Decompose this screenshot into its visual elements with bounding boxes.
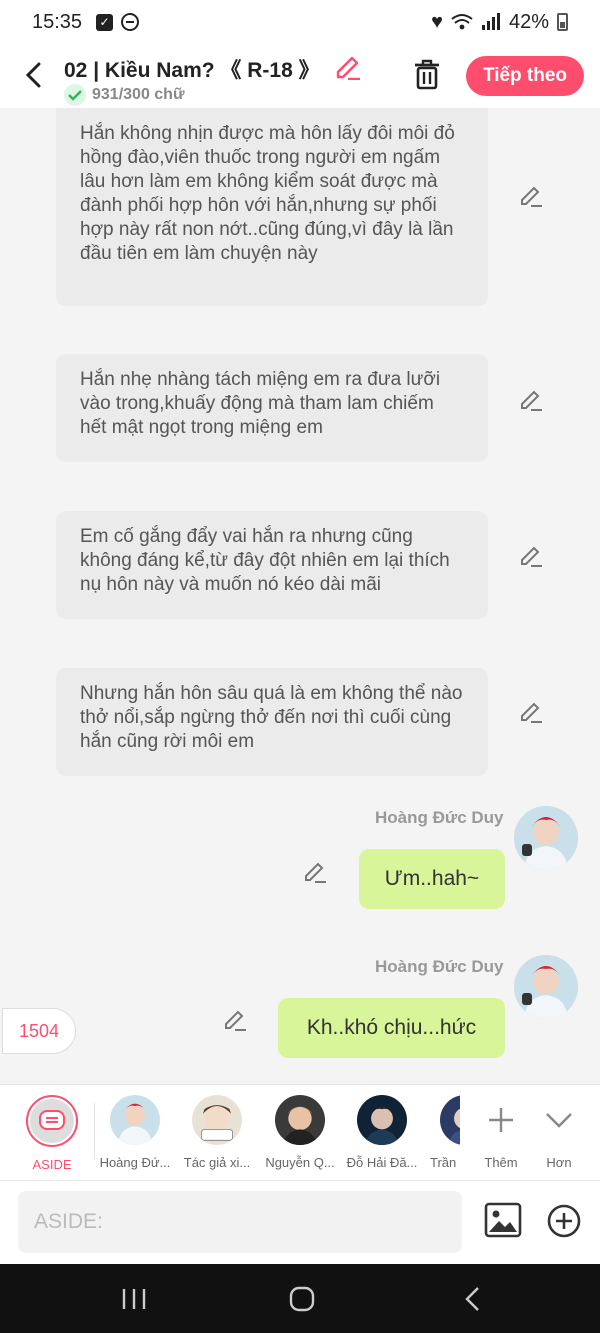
next-button[interactable]: Tiếp theo — [466, 56, 584, 96]
avatar — [275, 1095, 325, 1145]
status-time: 15:35 — [32, 10, 83, 33]
system-back-button[interactable] — [452, 1284, 492, 1314]
heart-icon: ♥ — [431, 10, 443, 33]
message-input[interactable] — [18, 1191, 462, 1253]
back-icon — [465, 1287, 479, 1311]
expand-characters-button[interactable]: Hơn — [520, 1095, 598, 1170]
avatar — [110, 1095, 160, 1145]
chat-bubble-icon — [39, 1110, 65, 1130]
wifi-icon — [451, 14, 473, 30]
expand-label: Hơn — [546, 1155, 572, 1170]
pencil-icon — [521, 546, 542, 567]
edit-narration-button[interactable] — [518, 386, 544, 412]
message-bubble[interactable]: Kh..khó chịu...hức — [278, 998, 505, 1058]
avatar — [357, 1095, 407, 1145]
message-text: Ưm..hah~ — [384, 867, 480, 890]
insert-image-button[interactable] — [484, 1201, 522, 1239]
character-label: Trần — [430, 1155, 457, 1170]
signal-icon — [481, 13, 500, 30]
plus-icon — [489, 1108, 513, 1132]
character-item[interactable]: Tác giả xi... — [175, 1095, 259, 1170]
avatar[interactable] — [514, 955, 578, 1019]
message-text: Kh..khó chịu...hức — [306, 1016, 477, 1039]
status-bar: 15:35 ✓ ♥ 42% — [0, 0, 600, 44]
character-label: Đỗ Hải Đă... — [346, 1155, 418, 1170]
message-bubble[interactable]: Ưm..hah~ — [359, 849, 505, 909]
dnd-icon — [121, 13, 140, 31]
narration-text: Hắn không nhịn được mà hôn lấy đôi môi đ… — [80, 123, 455, 264]
home-icon — [289, 1286, 315, 1312]
editor-header: 02 | Kiều Nam? 《 R-18 》 931/300 chữ Tiếp… — [0, 44, 600, 108]
narration-text: Em cố gắng đẩy vai hắn ra nhưng cũng khô… — [80, 526, 450, 595]
more-options-button[interactable] — [546, 1203, 582, 1239]
character-aside[interactable]: ASIDE — [10, 1095, 94, 1172]
trash-icon — [415, 59, 439, 90]
character-item[interactable]: Hoàng Đứ... — [93, 1095, 177, 1170]
recent-apps-icon — [122, 1289, 146, 1309]
character-label: Hoàng Đứ... — [99, 1155, 171, 1170]
narration-message[interactable]: Hắn không nhịn được mà hôn lấy đôi môi đ… — [56, 108, 488, 306]
edit-narration-button[interactable] — [518, 542, 544, 568]
chevron-left-icon — [25, 62, 41, 88]
narration-text: Hắn nhẹ nhàng tách miệng em ra đưa lưỡi … — [80, 369, 441, 438]
checkbox-icon: ✓ — [96, 13, 114, 31]
image-icon — [484, 1202, 522, 1238]
chevron-down-icon — [546, 1113, 572, 1128]
composer-bar — [0, 1180, 600, 1264]
add-circle-icon — [547, 1204, 581, 1238]
pencil-icon — [225, 1010, 246, 1031]
narration-message[interactable]: Em cố gắng đẩy vai hắn ra nhưng cũng khô… — [56, 511, 488, 619]
pencil-icon — [521, 702, 542, 723]
aside-avatar — [26, 1095, 78, 1147]
system-nav-bar — [0, 1264, 600, 1333]
character-bar: ASIDE Hoàng Đứ... Tác giả xi... Nguyễn Q… — [0, 1084, 600, 1180]
pencil-icon — [521, 186, 542, 207]
character-label: Nguyễn Q... — [265, 1155, 335, 1170]
message-count-badge[interactable]: 1504 — [2, 1008, 76, 1054]
home-button[interactable] — [282, 1284, 322, 1314]
avatar[interactable] — [514, 806, 578, 870]
delete-button[interactable] — [412, 58, 446, 92]
narration-message[interactable]: Nhưng hắn hôn sâu quá là em không thể nà… — [56, 668, 488, 776]
edit-message-button[interactable] — [302, 858, 328, 884]
battery-icon — [557, 13, 568, 31]
edit-narration-button[interactable] — [518, 698, 544, 724]
word-count-text: 931/300 chữ — [92, 86, 185, 103]
chat-area[interactable]: Hắn không nhịn được mà hôn lấy đôi môi đ… — [0, 108, 600, 1084]
page-title: 02 | Kiều Nam? 《 R-18 》 — [64, 59, 320, 82]
character-item[interactable]: Nguyễn Q... — [258, 1095, 342, 1170]
recent-apps-button[interactable] — [114, 1284, 154, 1314]
back-button[interactable] — [18, 58, 48, 92]
edit-message-button[interactable] — [222, 1006, 248, 1032]
edit-narration-button[interactable] — [518, 182, 544, 208]
pencil-icon — [336, 56, 360, 81]
avatar — [440, 1095, 460, 1145]
word-count: 931/300 chữ — [64, 84, 185, 106]
narration-text: Nhưng hắn hôn sâu quá là em không thể nà… — [80, 683, 463, 752]
battery-level: 42% — [508, 10, 549, 33]
character-label: Tác giả xi... — [183, 1155, 251, 1170]
check-icon — [64, 84, 86, 106]
edit-title-button[interactable] — [334, 52, 362, 81]
sender-name: Hoàng Đức Duy — [375, 957, 504, 976]
pencil-icon — [521, 390, 542, 411]
pencil-icon — [305, 862, 326, 883]
character-item[interactable]: Trần — [424, 1095, 460, 1170]
character-item[interactable]: Đỗ Hải Đă... — [340, 1095, 424, 1170]
sender-name: Hoàng Đức Duy — [375, 808, 504, 827]
avatar — [192, 1095, 242, 1145]
narration-message[interactable]: Hắn nhẹ nhàng tách miệng em ra đưa lưỡi … — [56, 354, 488, 462]
character-label: ASIDE — [32, 1157, 72, 1172]
